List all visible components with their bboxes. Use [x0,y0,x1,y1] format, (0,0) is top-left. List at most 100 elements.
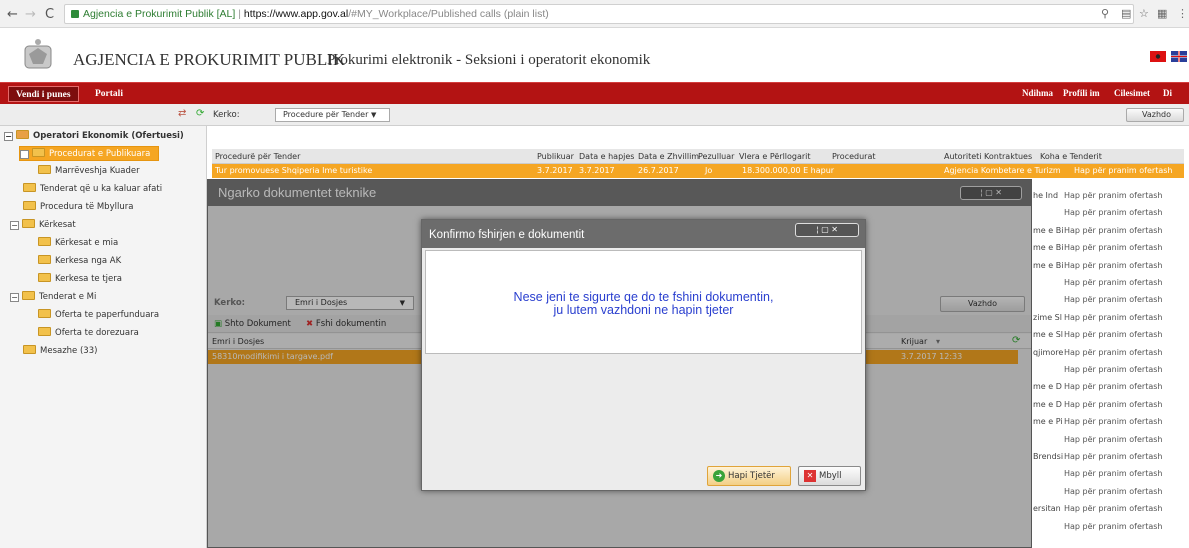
list-item[interactable]: Hap për pranim ofertash [1033,466,1183,481]
list-item[interactable]: me e D Hap për pranim ofertash [1033,397,1183,412]
folder-icon [38,327,51,336]
menu-icon[interactable]: ⋮ [1177,7,1188,20]
flag-albania-icon[interactable] [1150,51,1166,62]
folder-icon [38,273,51,282]
list-item[interactable]: me e BiHap për pranim ofertash [1033,223,1183,238]
list-item[interactable]: BrendsiHap për pranim ofertash [1033,449,1183,464]
sidebar-item-tenderat-afati[interactable]: Tenderat që u ka kaluar afati [23,182,162,197]
col-koha[interactable]: Koha e Tenderit [1040,149,1102,164]
col-procedurat[interactable]: Procedurat [832,149,876,164]
folder-icon [32,148,45,157]
sidebar-item-oferta-dorezuara[interactable]: Oferta te dorezuara [38,326,139,341]
url-domain: www.app.gov.al [275,8,349,20]
collapse-toggle-icon[interactable]: − [4,132,13,141]
star-icon[interactable]: ☆ [1139,7,1149,20]
lock-icon [71,10,79,18]
sidebar-item-kerkesat[interactable]: − Kërkesat [10,218,76,233]
sidebar-item-kerkesa-ak[interactable]: Kerkesa nga AK [38,254,121,269]
sidebar-item-kerkesat-mia[interactable]: Kërkesat e mia [38,236,118,251]
reload-icon[interactable]: C [45,7,54,22]
folder-icon [23,345,36,354]
list-item[interactable]: he Ind Hap për pranim ofertash [1033,188,1183,203]
grid-header: Procedurë për Tender Publikuar Data e ha… [212,149,1184,164]
search-select[interactable]: Procedure për Tender ▼ [275,108,390,122]
list-item[interactable]: qjimoreHap për pranim ofertash [1033,345,1183,360]
folder-icon [38,255,51,264]
sidebar-item-marreveshja[interactable]: Marrëveshja Kuader [38,164,140,179]
col-vlera[interactable]: Vlera e Përllogarit [739,149,811,164]
search-label: Kerko: [213,110,240,120]
tab-vendi-i-punes[interactable]: Vendi i punes [8,86,79,102]
sidebar-item-mesazhe[interactable]: Mesazhe (33) [23,344,97,359]
close-button[interactable]: ✕ Mbyll [798,466,861,486]
dialog-window-controls[interactable]: ¦ ▢ ✕ [795,223,859,237]
app-subtitle: Prokurimi elektronik - Seksioni i operat… [327,52,651,68]
search-toolbar: ⇄ ⟳ Kerko: Procedure për Tender ▼ Vazhdo [0,104,1189,126]
list-item[interactable]: zime Sl Hap për pranim ofertash [1033,310,1183,325]
folder-icon [23,183,36,192]
address-bar[interactable]: Agjencia e Prokurimit Publik [AL] | http… [64,4,1134,24]
sidebar-item-kerkesa-tjera[interactable]: Kerkesa te tjera [38,272,122,287]
col-pezulluar[interactable]: Pezulluar [698,149,734,164]
list-item[interactable]: me e PiHap për pranim ofertash [1033,414,1183,429]
settings-link[interactable]: Cilesimet [1114,88,1150,98]
site-name: Agjencia e Prokurimit Publik [AL] [83,8,236,20]
col-publikuar[interactable]: Publikuar [537,149,574,164]
close-icon: ✕ [804,470,816,482]
url-path: /#MY_Workplace/Published calls (plain li… [348,8,549,20]
list-item[interactable]: Hap për pranim ofertash [1033,519,1183,534]
sidebar-item-oferta-paperfunduara[interactable]: Oferta te paperfunduara [38,308,159,323]
profile-link[interactable]: Profili im [1063,88,1100,98]
table-row[interactable]: Tur promovuese Shqiperia Ime turistike 3… [212,164,1184,178]
sidebar-item-procedurat-publikuara[interactable]: − Procedurat e Publikuara [19,146,159,161]
sidebar: − Operatori Ekonomik (Ofertuesi) − Procedu… [0,126,207,548]
flag-uk-icon[interactable] [1171,51,1187,62]
check-icon: ➜ [713,470,725,482]
folder-icon [38,309,51,318]
menu-bar: Vendi i punes Portali Ndihma Profili im … [0,82,1189,104]
app-header: AGJENCIA E PROKURIMIT PUBLIK Prokurimi e… [0,28,1189,82]
sidebar-item-procedura-mbyllura[interactable]: Procedura të Mbyllura [23,200,133,215]
list-item[interactable]: Hap për pranim ofertash [1033,292,1183,307]
dialog-message-line2: ju lutem vazhdoni ne hapin tjeter [553,303,734,317]
folder-icon [22,219,35,228]
list-item[interactable]: Hap për pranim ofertash [1033,205,1183,220]
key-icon[interactable]: ⚲ [1101,7,1109,20]
next-step-button[interactable]: ➜ Hapi Tjetër [707,466,791,486]
list-item[interactable]: Hap për pranim ofertash [1033,362,1183,377]
agency-name: AGJENCIA E PROKURIMIT PUBLIK [73,50,346,69]
help-link[interactable]: Ndihma [1022,88,1053,98]
refresh-icon[interactable]: ⟳ [196,108,204,119]
extension-icon[interactable]: ▦ [1157,7,1167,20]
collapse-icon[interactable]: ⇄ [178,108,186,119]
browser-chrome: ← → C Agjencia e Prokurimit Publik [AL] … [0,0,1189,28]
list-item[interactable]: Hap për pranim ofertash [1033,432,1183,447]
logout-link[interactable]: Di [1163,88,1172,98]
folder-icon [16,130,29,139]
confirm-dialog: Konfirmo fshirjen e dokumentit ¦ ▢ ✕ Nes… [421,219,866,491]
tab-portali[interactable]: Portali [88,86,130,102]
forward-icon[interactable]: → [25,7,36,22]
col-autoriteti[interactable]: Autoriteti Kontraktues [944,149,1032,164]
folder-icon [38,237,51,246]
list-item[interactable]: Hap për pranim ofertash [1033,275,1183,290]
sidebar-item-tenderat-mi[interactable]: − Tenderat e Mi [10,290,96,305]
col-data-zhvillim[interactable]: Data e Zhvillim [638,149,699,164]
dialog-message: Nese jeni te sigurte qe do te fshini dok… [425,250,862,354]
list-item[interactable]: ersitan Hap për pranim ofertash [1033,501,1183,516]
chevron-down-icon: ▼ [370,111,377,119]
folder-icon [23,201,36,210]
col-data-hapjes[interactable]: Data e hapjes [579,149,634,164]
list-item[interactable]: me e BiHap për pranim ofertash [1033,258,1183,273]
list-item[interactable]: me e BiHap për pranim ofertash [1033,240,1183,255]
back-icon[interactable]: ← [7,7,18,22]
emblem-icon [24,39,52,69]
list-item[interactable]: Hap për pranim ofertash [1033,484,1183,499]
folder-icon [22,291,35,300]
col-procedure[interactable]: Procedurë për Tender [215,149,300,164]
list-item[interactable]: me e D Hap për pranim ofertash [1033,379,1183,394]
continue-button[interactable]: Vazhdo [1126,108,1184,122]
translate-icon[interactable]: ▤ [1121,7,1131,20]
tree-root[interactable]: − Operatori Ekonomik (Ofertuesi) [4,129,184,144]
list-item[interactable]: me e SlHap për pranim ofertash [1033,327,1183,342]
